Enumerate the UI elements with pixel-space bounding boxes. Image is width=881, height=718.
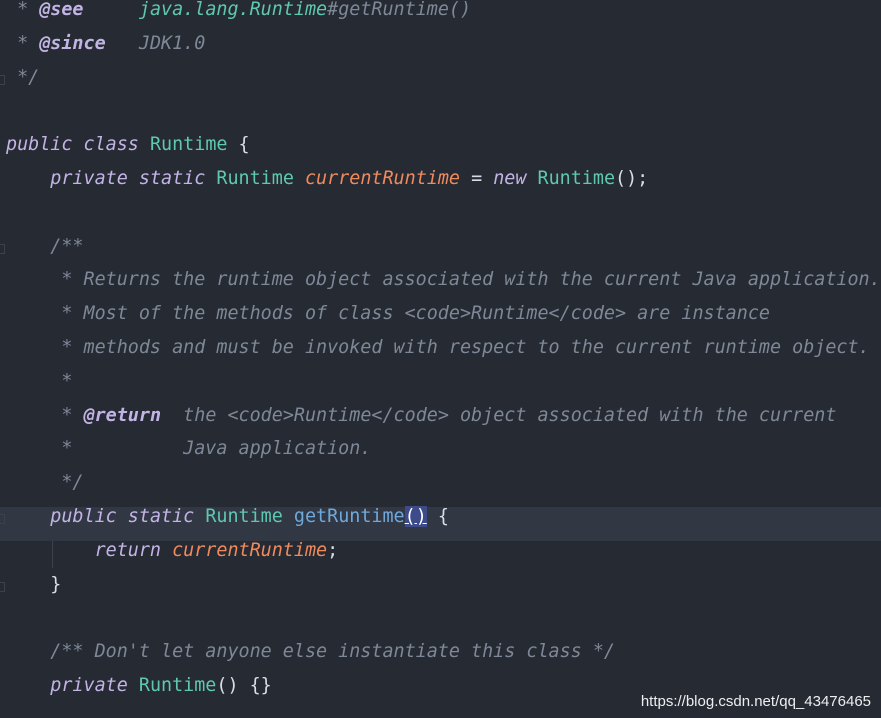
code-line[interactable]: return currentRuntime;	[0, 539, 881, 575]
code-token: public	[6, 134, 84, 156]
code-token: /**	[6, 235, 84, 257]
code-token: */	[6, 66, 40, 88]
code-token: /** Don't let anyone else instantiate th…	[6, 641, 615, 663]
code-token: currentRuntime	[304, 168, 460, 189]
code-token: =	[460, 168, 494, 189]
code-token: {	[227, 134, 250, 156]
code-line[interactable]: }	[0, 573, 881, 609]
code-token: () {}	[216, 675, 272, 696]
code-text: /** Don't let anyone else instantiate th…	[6, 642, 615, 662]
code-line[interactable]: * Most of the methods of class <code>Run…	[0, 304, 881, 338]
fold-marker-icon[interactable]	[0, 514, 5, 524]
code-text: private Runtime() {}	[6, 675, 272, 696]
fold-marker-icon[interactable]	[0, 243, 5, 254]
code-token: {	[426, 506, 449, 527]
code-line[interactable]: * @see java.lang.Runtime#getRuntime()	[0, 0, 881, 34]
code-token: @since	[39, 32, 106, 54]
code-token: private	[6, 675, 139, 696]
code-line[interactable]: /**	[0, 235, 881, 271]
fold-marker-icon[interactable]	[0, 74, 5, 85]
code-line[interactable]	[0, 608, 881, 642]
code-token: ()	[404, 506, 427, 527]
code-token: Runtime	[216, 168, 294, 189]
code-line[interactable]: public static Runtime getRuntime() {	[0, 506, 881, 541]
code-text: * @since JDK1.0	[6, 32, 206, 54]
code-token: * Returns the runtime object associated …	[6, 269, 881, 291]
code-token: currentRuntime	[172, 539, 328, 561]
code-text: * Returns the runtime object associated …	[6, 269, 881, 291]
code-token: *	[6, 0, 40, 20]
code-text: public static Runtime getRuntime() {	[6, 506, 449, 527]
code-token: * Java application.	[6, 438, 372, 460]
code-token: *	[6, 404, 84, 426]
code-token: public	[6, 506, 128, 527]
code-line[interactable]: */	[0, 473, 881, 507]
code-token: *	[6, 370, 73, 392]
code-line[interactable]	[0, 101, 881, 135]
code-line[interactable]: private static Runtime currentRuntime = …	[0, 169, 881, 203]
code-token: #getRuntime()	[327, 0, 472, 20]
code-token: *	[6, 32, 40, 54]
code-text: * @see java.lang.Runtime#getRuntime()	[6, 0, 471, 20]
code-token: Runtime	[138, 675, 217, 696]
code-line[interactable]: */	[0, 66, 881, 102]
code-text: * Java application.	[6, 439, 371, 459]
code-token: new	[493, 168, 538, 189]
code-text: private static Runtime currentRuntime = …	[6, 169, 648, 189]
code-token: @see	[39, 0, 84, 20]
code-token: ;	[327, 539, 339, 561]
code-line[interactable]: * @since JDK1.0	[0, 32, 881, 68]
code-token: */	[6, 472, 84, 494]
code-text: * methods and must be invoked with respe…	[6, 337, 870, 358]
fold-marker-icon[interactable]	[0, 581, 5, 592]
code-token: java.lang.Runtime	[138, 0, 328, 20]
code-token: static	[127, 506, 206, 527]
code-text: }	[6, 573, 62, 595]
code-line[interactable]: *	[0, 370, 881, 406]
code-token: private	[6, 168, 139, 189]
code-token: @return	[83, 404, 162, 426]
code-text: /**	[6, 235, 84, 257]
code-token: return	[6, 539, 173, 561]
code-token: the <code>Runtime</code> object associat…	[161, 404, 837, 426]
code-token: static	[138, 168, 217, 189]
code-line[interactable]: * @return the <code>Runtime</code> objec…	[0, 404, 881, 440]
code-text: */	[6, 472, 84, 494]
code-line[interactable]: * Returns the runtime object associated …	[0, 270, 881, 304]
code-token: }	[6, 573, 62, 595]
code-line[interactable]: * methods and must be invoked with respe…	[0, 338, 881, 372]
code-line[interactable]: public class Runtime {	[0, 135, 881, 169]
code-text: return currentRuntime;	[6, 539, 339, 561]
code-editor[interactable]: * @see java.lang.Runtime#getRuntime() * …	[0, 0, 881, 718]
code-token: * methods and must be invoked with respe…	[6, 337, 870, 358]
code-line[interactable]: * Java application.	[0, 439, 881, 473]
code-text: * @return the <code>Runtime</code> objec…	[6, 404, 837, 426]
code-text: * Most of the methods of class <code>Run…	[6, 304, 770, 324]
code-text: *	[6, 370, 73, 392]
code-token: Runtime	[149, 134, 228, 156]
code-token: class	[83, 134, 150, 156]
code-token: Runtime	[537, 168, 616, 189]
code-text: public class Runtime {	[6, 135, 250, 155]
code-token: ();	[615, 168, 649, 189]
code-token: getRuntime	[293, 506, 405, 527]
code-line[interactable]	[0, 203, 881, 237]
code-token: * Most of the methods of class <code>Run…	[6, 303, 770, 325]
code-text: */	[6, 66, 40, 88]
code-token: JDK1.0	[105, 32, 206, 54]
code-line[interactable]: /** Don't let anyone else instantiate th…	[0, 642, 881, 676]
code-token: Runtime	[205, 506, 283, 527]
watermark: https://blog.csdn.net/qq_43476465	[640, 693, 871, 710]
